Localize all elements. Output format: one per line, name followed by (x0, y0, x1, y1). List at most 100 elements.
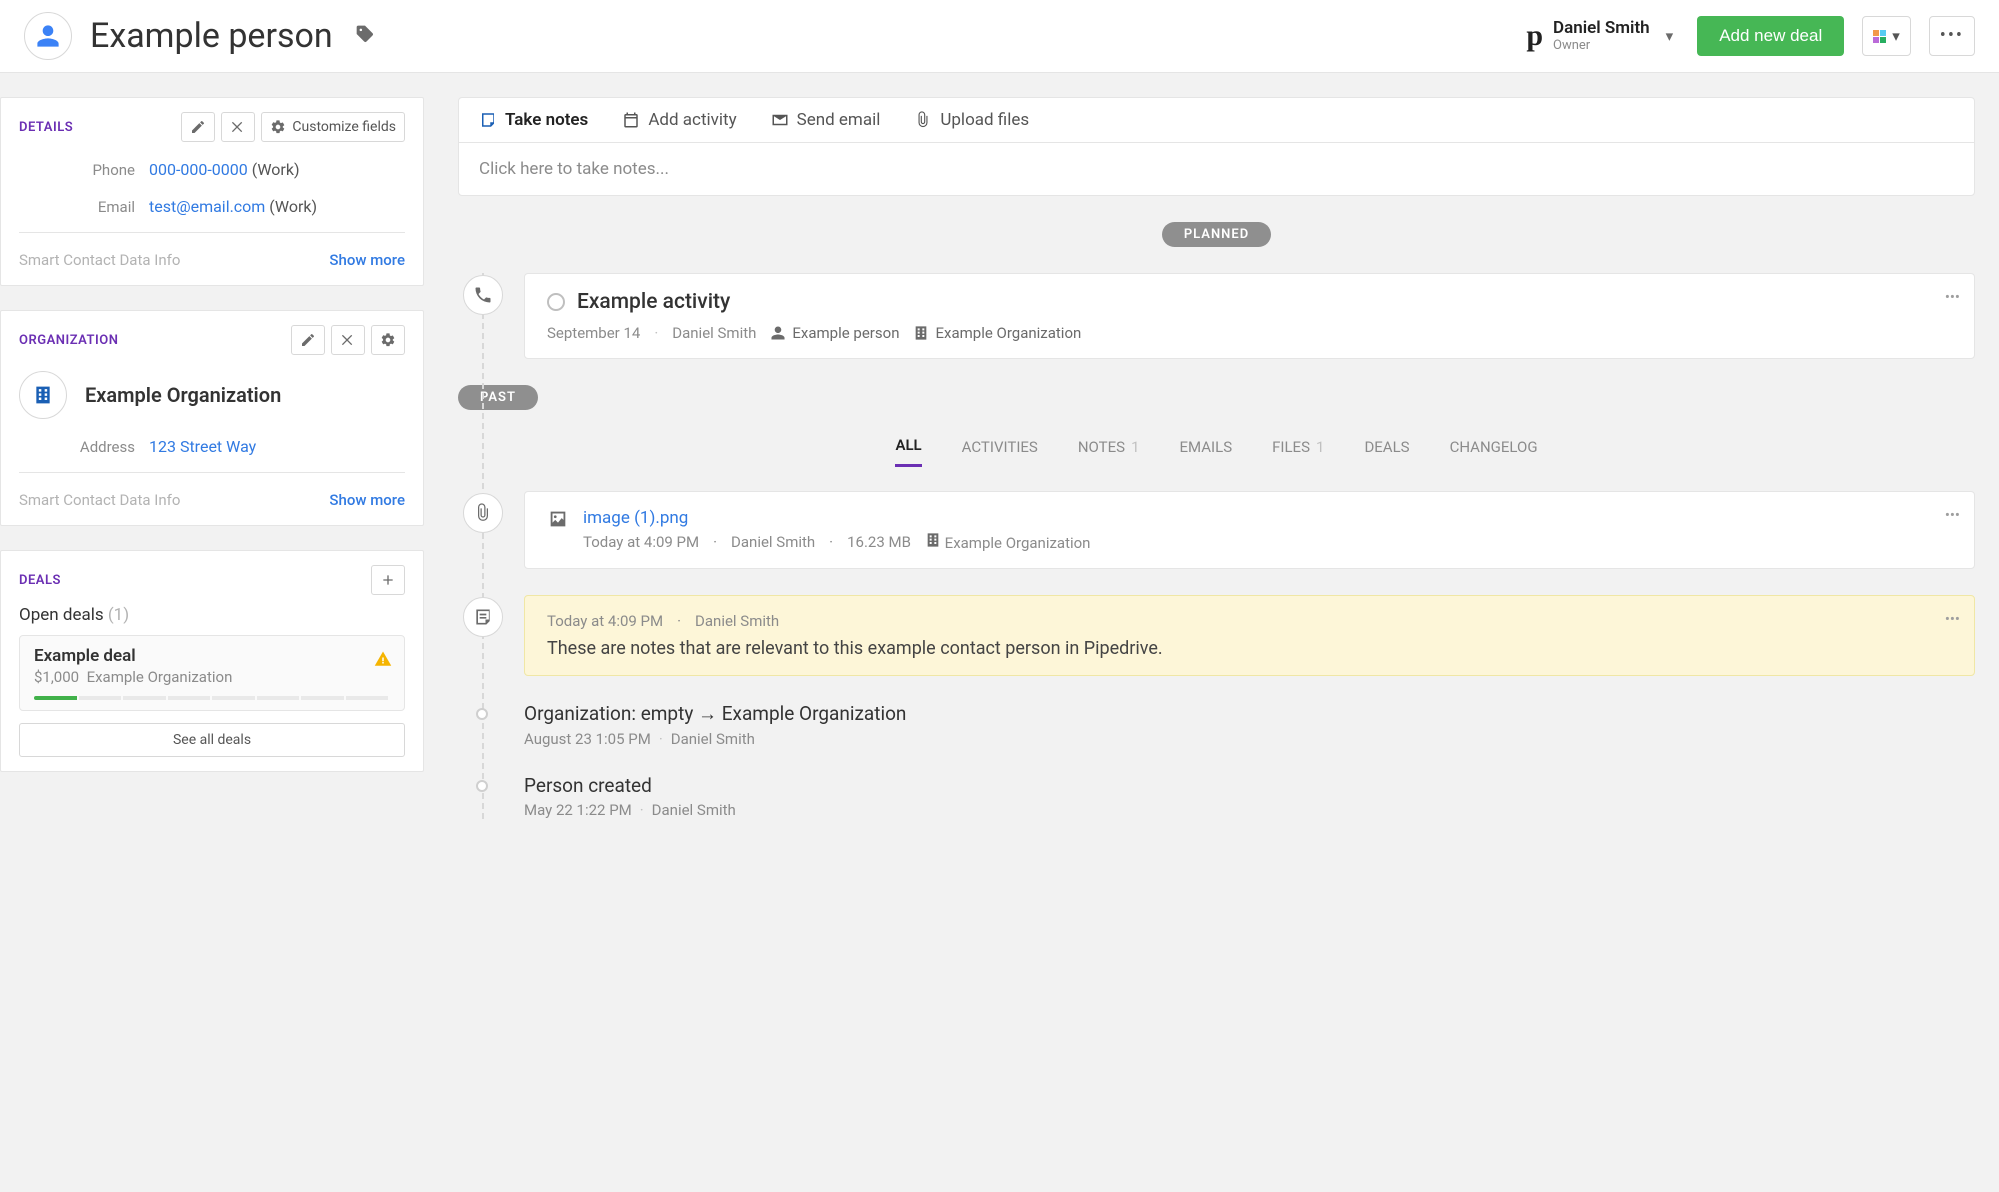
change-time: August 23 1:05 PM (524, 730, 651, 748)
open-deals-count: (1) (108, 605, 129, 625)
edit-details-button[interactable] (181, 112, 215, 142)
tab-add-activity[interactable]: Add activity (622, 110, 736, 130)
pencil-icon (190, 119, 206, 135)
activity-person[interactable]: Example person (770, 324, 899, 342)
note-icon (479, 111, 497, 129)
filter-emails[interactable]: EMAILS (1180, 436, 1233, 467)
email-value[interactable]: test@email.com (149, 197, 265, 216)
warning-icon (374, 650, 392, 672)
section-planned: PLANNED (1162, 222, 1271, 247)
close-details-button[interactable] (221, 112, 255, 142)
notes-input[interactable]: Click here to take notes... (459, 143, 1974, 195)
attachment-icon (473, 503, 493, 523)
tag-icon[interactable] (355, 24, 375, 48)
file-link[interactable]: image (1).png (583, 508, 688, 528)
organization-panel: ORGANIZATION Example Organization Addres… (0, 310, 424, 526)
phone-label: Phone (19, 161, 135, 179)
view-switcher-button[interactable]: ▾ (1862, 16, 1911, 56)
organization-name[interactable]: Example Organization (85, 383, 281, 407)
file-more-button[interactable]: ••• (1945, 506, 1960, 524)
tab-send-email-label: Send email (797, 110, 881, 130)
note-type-icon (463, 597, 503, 637)
filter-changelog[interactable]: CHANGELOG (1450, 436, 1538, 467)
close-organization-button[interactable] (331, 325, 365, 355)
activity-title: Example activity (577, 290, 730, 314)
smart-contact-label: Smart Contact Data Info (19, 251, 180, 269)
close-icon (230, 119, 246, 135)
owner-block[interactable]: p Daniel Smith Owner ▾ (1526, 18, 1679, 54)
note-owner: Daniel Smith (695, 612, 779, 630)
tab-upload-files[interactable]: Upload files (914, 110, 1029, 130)
smart-contact-org-label: Smart Contact Data Info (19, 491, 180, 509)
filter-files[interactable]: FILES1 (1272, 436, 1324, 467)
note-more-button[interactable]: ••• (1945, 610, 1960, 628)
gear-icon (270, 119, 286, 135)
note-time: Today at 4:09 PM (547, 612, 663, 630)
address-label: Address (19, 438, 135, 456)
see-all-deals-label: See all deals (173, 732, 251, 748)
activity-more-button[interactable]: ••• (1945, 288, 1960, 306)
owner-name: Daniel Smith (1553, 18, 1650, 38)
activity-done-checkbox[interactable] (547, 293, 565, 311)
deals-title: DEALS (19, 573, 61, 588)
compose-box: Take notes Add activity Send email Uploa… (458, 97, 1975, 196)
more-actions-button[interactable]: ••• (1929, 16, 1975, 56)
person-avatar (24, 12, 72, 60)
filter-notes[interactable]: NOTES1 (1078, 436, 1140, 467)
filter-all[interactable]: ALL (895, 436, 921, 467)
owner-role: Owner (1553, 38, 1650, 54)
pencil-icon (300, 332, 316, 348)
email-label: Email (19, 198, 135, 216)
building-icon (913, 325, 929, 341)
activity-org[interactable]: Example Organization (913, 324, 1081, 342)
chevron-down-icon[interactable]: ▾ (1660, 27, 1680, 45)
edit-organization-button[interactable] (291, 325, 325, 355)
show-more-details-link[interactable]: Show more (329, 251, 405, 269)
address-value[interactable]: 123 Street Way (149, 437, 256, 456)
activity-owner: Daniel Smith (672, 324, 756, 342)
change-owner: Daniel Smith (652, 801, 736, 819)
tab-take-notes[interactable]: Take notes (479, 110, 588, 130)
tab-add-activity-label: Add activity (648, 110, 736, 130)
change-title: Organization: empty → Example Organizati… (524, 702, 1975, 726)
plus-icon (380, 572, 396, 588)
building-icon (33, 385, 53, 405)
email-icon (771, 111, 789, 129)
timeline-dot (476, 780, 488, 792)
show-more-org-link[interactable]: Show more (329, 491, 405, 509)
filter-activities[interactable]: ACTIVITIES (962, 436, 1038, 467)
details-panel: DETAILS Customize fields Phone 000-000-0… (0, 97, 424, 286)
file-org[interactable]: Example Organization (925, 532, 1091, 552)
section-past: PAST (458, 385, 538, 410)
person-icon (770, 325, 786, 341)
deals-panel: DEALS Open deals (1) Example deal $1,000… (0, 550, 424, 772)
page-title: Example person (90, 16, 333, 56)
close-icon (340, 332, 356, 348)
attachment-icon (914, 111, 932, 129)
image-icon (547, 508, 569, 530)
phone-icon (473, 285, 493, 305)
change-time: May 22 1:22 PM (524, 801, 632, 819)
settings-organization-button[interactable] (371, 325, 405, 355)
timeline-item-change: Organization: empty → Example Organizati… (524, 702, 1975, 748)
timeline-item-activity: ••• Example activity September 14 · Dani… (524, 273, 1975, 359)
chevron-down-icon: ▾ (1892, 27, 1900, 45)
add-deal-button[interactable] (371, 565, 405, 595)
phone-value[interactable]: 000-000-0000 (149, 160, 248, 179)
person-icon (35, 23, 61, 49)
timeline-item-note: ••• Today at 4:09 PM· Daniel Smith These… (524, 595, 1975, 676)
file-size: 16.23 MB (847, 533, 911, 551)
change-title: Person created (524, 774, 1975, 797)
deal-name: Example deal (34, 646, 390, 666)
see-all-deals-button[interactable]: See all deals (19, 723, 405, 757)
deal-card[interactable]: Example deal $1,000 Example Organization (19, 635, 405, 711)
customize-fields-button[interactable]: Customize fields (261, 112, 405, 142)
phone-suffix: (Work) (252, 160, 300, 179)
details-title: DETAILS (19, 120, 73, 135)
add-new-deal-button[interactable]: Add new deal (1697, 16, 1844, 56)
page-header: Example person p Daniel Smith Owner ▾ Ad… (0, 0, 1999, 73)
change-owner: Daniel Smith (671, 730, 755, 748)
tab-send-email[interactable]: Send email (771, 110, 881, 130)
organization-title: ORGANIZATION (19, 333, 118, 348)
filter-deals[interactable]: DEALS (1364, 436, 1409, 467)
